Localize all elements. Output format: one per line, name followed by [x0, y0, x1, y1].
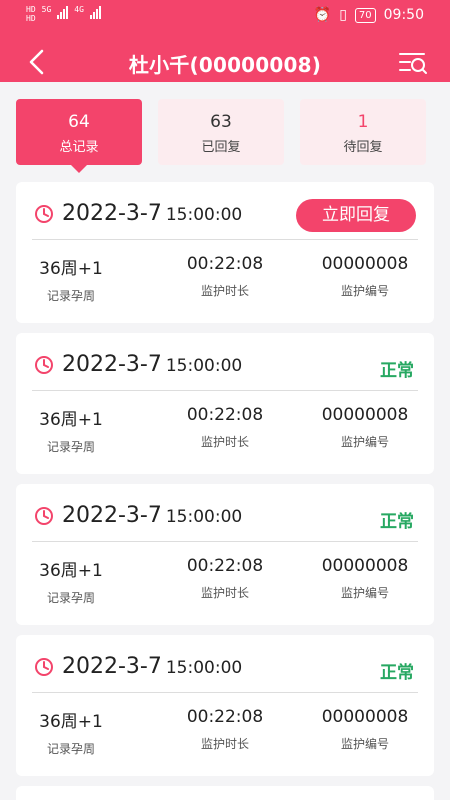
divider — [32, 239, 418, 240]
monitor-no-label: 监护编号 — [340, 435, 389, 449]
clock-icon — [35, 356, 53, 374]
duration-value: 00:22:08 — [186, 405, 264, 425]
duration-value: 00:22:08 — [186, 254, 264, 274]
week-label: 记录孕周 — [46, 742, 95, 756]
record-card[interactable] — [16, 786, 434, 800]
duration-value: 00:22:08 — [186, 707, 264, 727]
tab-pending[interactable]: 1 待回复 — [300, 99, 426, 165]
page-title: 杜小千(00000008) — [128, 53, 322, 77]
clock-icon — [35, 658, 53, 676]
active-tab-pointer — [71, 165, 87, 173]
monitor-no-field: 00000008 监护编号 — [300, 405, 430, 450]
monitor-no-field: 00000008 监护编号 — [300, 254, 430, 299]
duration-label: 监护时长 — [200, 737, 249, 751]
clock-icon — [35, 205, 53, 223]
duration-field: 00:22:08 监护时长 — [160, 254, 290, 299]
status-left: HD HD 5G 4G — [26, 5, 101, 23]
alarm-icon: ⏰ — [313, 7, 332, 23]
record-time: 15:00:00 — [165, 356, 243, 376]
status-normal: 正常 — [380, 512, 414, 532]
week-field: 36周+1 记录孕周 — [6, 707, 136, 757]
tab-replied-label: 已回复 — [201, 140, 241, 155]
hd-indicator-1: HD — [26, 5, 36, 14]
signal-icon-2 — [89, 5, 101, 19]
clock-time: 09:50 — [383, 7, 424, 23]
week-value: 36周+1 — [39, 410, 103, 430]
signal-icon — [57, 5, 69, 19]
divider — [32, 541, 418, 542]
duration-value: 00:22:08 — [186, 556, 264, 576]
record-date: 2022-3-7 — [62, 654, 162, 679]
monitor-no-value: 00000008 — [321, 707, 409, 727]
battery-icon: 70 — [354, 7, 376, 23]
monitor-no-value: 00000008 — [321, 254, 409, 274]
record-card[interactable]: 2022-3-7 15:00:00 正常 36周+1 记录孕周 00:22:08 监护… — [16, 484, 434, 625]
tab-total-count: 64 — [68, 112, 90, 132]
record-time: 15:00:00 — [165, 205, 243, 225]
record-date: 2022-3-7 — [62, 503, 162, 528]
record-card[interactable]: 2022-3-7 15:00:00 正常 36周+1 记录孕周 00:22:08 监护… — [16, 635, 434, 776]
tab-total[interactable]: 64 总记录 — [16, 99, 142, 165]
duration-label: 监护时长 — [200, 435, 249, 449]
monitor-no-label: 监护编号 — [340, 586, 389, 600]
week-value: 36周+1 — [39, 259, 103, 279]
status-right: ⏰ ▯ 70 09:50 — [314, 7, 424, 23]
filter-search-icon[interactable] — [398, 50, 428, 76]
net-5g: 5G — [41, 5, 52, 14]
monitor-no-field: 00000008 监护编号 — [300, 556, 430, 601]
app-header: HD HD 5G 4G ⏰ ▯ 70 09:50 杜小千(00000008) — [0, 0, 450, 82]
reply-now-button[interactable]: 立即回复 — [296, 199, 416, 232]
nav-bar: 杜小千(00000008) — [0, 40, 450, 82]
monitor-no-value: 00000008 — [321, 405, 409, 425]
monitor-no-field: 00000008 监护编号 — [300, 707, 430, 752]
week-field: 36周+1 记录孕周 — [6, 405, 136, 455]
record-datetime: 2022-3-7 15:00:00 — [62, 654, 242, 679]
week-label: 记录孕周 — [46, 591, 95, 605]
duration-field: 00:22:08 监护时长 — [160, 556, 290, 601]
tab-replied[interactable]: 63 已回复 — [158, 99, 284, 165]
week-field: 36周+1 记录孕周 — [6, 556, 136, 606]
duration-label: 监护时长 — [200, 284, 249, 298]
vibrate-icon: ▯ — [339, 7, 347, 23]
status-normal: 正常 — [380, 361, 414, 381]
record-card[interactable]: 2022-3-7 15:00:00 立即回复 36周+1 记录孕周 00:22:08… — [16, 182, 434, 323]
record-datetime: 2022-3-7 15:00:00 — [62, 201, 242, 226]
record-date: 2022-3-7 — [62, 352, 162, 377]
monitor-no-value: 00000008 — [321, 556, 409, 576]
record-datetime: 2022-3-7 15:00:00 — [62, 503, 242, 528]
record-time: 15:00:00 — [165, 658, 243, 678]
week-value: 36周+1 — [39, 712, 103, 732]
record-datetime: 2022-3-7 15:00:00 — [62, 352, 242, 377]
record-time: 15:00:00 — [165, 507, 243, 527]
tab-pending-count: 1 — [357, 112, 369, 132]
tab-total-label: 总记录 — [59, 140, 99, 155]
status-bar: HD HD 5G 4G ⏰ ▯ 70 09:50 — [0, 0, 450, 32]
week-label: 记录孕周 — [46, 289, 95, 303]
tab-replied-count: 63 — [210, 112, 232, 132]
divider — [32, 390, 418, 391]
hd-indicator-2: HD — [26, 14, 36, 23]
tab-pending-label: 待回复 — [343, 140, 383, 155]
summary-tabs: 64 总记录 63 已回复 1 待回复 — [16, 99, 434, 173]
record-date: 2022-3-7 — [62, 201, 162, 226]
week-value: 36周+1 — [39, 561, 103, 581]
week-field: 36周+1 记录孕周 — [6, 254, 136, 304]
hd-indicators: HD HD — [26, 5, 36, 23]
duration-label: 监护时长 — [200, 586, 249, 600]
clock-icon — [35, 507, 53, 525]
duration-field: 00:22:08 监护时长 — [160, 707, 290, 752]
duration-field: 00:22:08 监护时长 — [160, 405, 290, 450]
monitor-no-label: 监护编号 — [340, 284, 389, 298]
divider — [32, 692, 418, 693]
week-label: 记录孕周 — [46, 440, 95, 454]
status-normal: 正常 — [380, 663, 414, 683]
record-card[interactable]: 2022-3-7 15:00:00 正常 36周+1 记录孕周 00:22:08 监护… — [16, 333, 434, 474]
monitor-no-label: 监护编号 — [340, 737, 389, 751]
net-4g: 4G — [74, 5, 84, 14]
